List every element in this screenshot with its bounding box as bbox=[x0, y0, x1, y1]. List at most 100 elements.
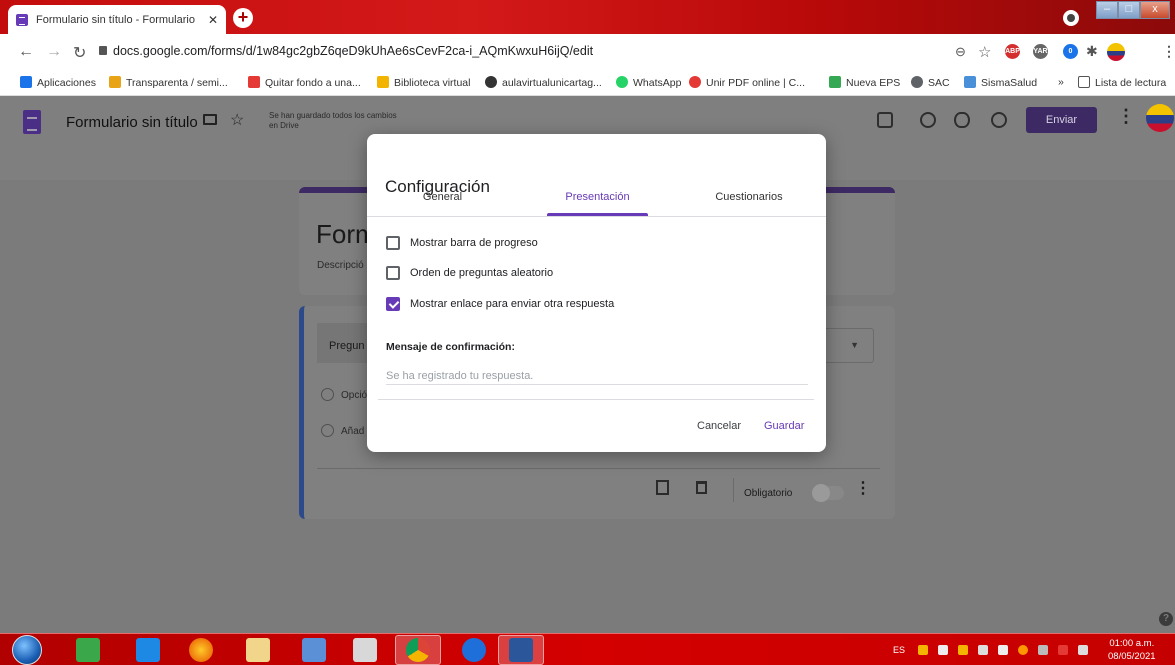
maximize-button[interactable]: □ bbox=[1118, 1, 1140, 19]
submit-another-checkbox[interactable] bbox=[386, 297, 400, 311]
volume-icon[interactable] bbox=[938, 645, 948, 655]
bookmark-item[interactable]: Aplicaciones bbox=[20, 76, 96, 89]
bookmark-item[interactable]: SismaSalud bbox=[964, 76, 1037, 89]
users-icon[interactable] bbox=[302, 638, 326, 662]
send-button[interactable]: Enviar bbox=[1026, 107, 1097, 133]
radio-circle-icon bbox=[321, 424, 334, 437]
tray-icon[interactable] bbox=[1058, 645, 1068, 655]
signal-icon[interactable] bbox=[998, 645, 1008, 655]
bookmark-icon bbox=[964, 76, 976, 88]
bookmark-item[interactable]: Unir PDF online | C... bbox=[689, 76, 805, 89]
lock-icon[interactable] bbox=[99, 46, 107, 55]
bookmark-item[interactable]: Transparenta / semi... bbox=[109, 76, 228, 89]
palette-icon[interactable] bbox=[920, 112, 936, 128]
dialog-divider bbox=[367, 216, 826, 217]
confirmation-label: Mensaje de confirmación: bbox=[386, 341, 515, 353]
bookmark-item[interactable]: SAC bbox=[911, 76, 950, 89]
profile-icon[interactable] bbox=[1063, 10, 1079, 26]
save-button[interactable]: Guardar bbox=[764, 420, 804, 432]
shuffle-questions-checkbox[interactable] bbox=[386, 266, 400, 280]
tray-icon[interactable] bbox=[918, 645, 928, 655]
bookmark-icon bbox=[109, 76, 121, 88]
close-window-button[interactable]: x bbox=[1140, 1, 1170, 19]
media-player-icon[interactable] bbox=[136, 638, 160, 662]
extension-badge-icon[interactable]: 0 bbox=[1063, 44, 1078, 59]
option-label: Orden de preguntas aleatorio bbox=[410, 267, 554, 279]
confirmation-message-input[interactable] bbox=[386, 367, 808, 385]
flag-icon[interactable] bbox=[1078, 645, 1088, 655]
tab-quizzes[interactable]: Cuestionarios bbox=[704, 191, 794, 203]
new-tab-button[interactable]: + bbox=[233, 8, 253, 28]
url-field[interactable]: docs.google.com/forms/d/1w84gc2gbZ6qeD9k… bbox=[113, 44, 593, 58]
star-icon[interactable]: ☆ bbox=[230, 110, 244, 130]
yar-extension-icon[interactable]: YAR bbox=[1033, 44, 1048, 59]
app-icon[interactable] bbox=[353, 638, 377, 662]
settings-gear-icon[interactable] bbox=[991, 112, 1007, 128]
taskbar: ES 01:00 a.m. 08/05/2021 bbox=[0, 633, 1175, 665]
bookmark-item[interactable]: Quitar fondo a una... bbox=[248, 76, 361, 89]
tray-icon[interactable] bbox=[1038, 645, 1048, 655]
reading-list-button[interactable]: Lista de lectura bbox=[1078, 76, 1166, 89]
bookmark-star-icon[interactable]: ☆ bbox=[978, 43, 991, 61]
language-indicator[interactable]: ES bbox=[893, 645, 905, 655]
tray-icon[interactable] bbox=[958, 645, 968, 655]
progress-bar-option[interactable]: Mostrar barra de progreso bbox=[386, 236, 538, 250]
submit-another-option[interactable]: Mostrar enlace para enviar otra respuest… bbox=[386, 297, 614, 311]
network-app-icon[interactable] bbox=[76, 638, 100, 662]
bookmark-item[interactable]: Nueva EPS bbox=[829, 76, 900, 89]
chrome-icon bbox=[406, 638, 430, 662]
bookmark-item[interactable]: Biblioteca virtual bbox=[377, 76, 470, 89]
word-icon bbox=[509, 638, 533, 662]
reload-icon[interactable]: ↻ bbox=[73, 43, 86, 63]
addons-icon[interactable] bbox=[877, 112, 893, 128]
firefox-icon[interactable] bbox=[189, 638, 213, 662]
tab-close-icon[interactable]: ✕ bbox=[208, 13, 218, 27]
clock[interactable]: 01:00 a.m. 08/05/2021 bbox=[1108, 637, 1156, 663]
bookmark-icon bbox=[689, 76, 701, 88]
extensions-puzzle-icon[interactable]: ✱ bbox=[1086, 43, 1098, 60]
required-label: Obligatorio bbox=[744, 488, 793, 499]
browser-tab[interactable]: Formulario sin título - Formulario ✕ bbox=[8, 5, 226, 34]
option-label: Mostrar barra de progreso bbox=[410, 237, 538, 249]
dialog-footer-divider bbox=[378, 399, 814, 400]
start-button[interactable] bbox=[12, 635, 42, 665]
zoom-icon[interactable]: ⊖ bbox=[955, 44, 966, 60]
tab-general[interactable]: General bbox=[405, 191, 480, 203]
folder-icon[interactable] bbox=[203, 114, 217, 125]
progress-bar-checkbox[interactable] bbox=[386, 236, 400, 250]
minimize-button[interactable]: – bbox=[1096, 1, 1118, 19]
bookmarks-overflow-button[interactable]: » bbox=[1058, 76, 1064, 88]
option-label: Mostrar enlace para enviar otra respuest… bbox=[410, 298, 615, 310]
more-options-icon[interactable]: ⋮ bbox=[1117, 106, 1135, 127]
radio-circle-icon bbox=[321, 388, 334, 401]
internet-explorer-icon[interactable] bbox=[462, 638, 486, 662]
tray-icon[interactable] bbox=[978, 645, 988, 655]
back-arrow-icon[interactable]: ← bbox=[18, 43, 34, 61]
apps-grid-icon bbox=[20, 76, 32, 88]
bookmark-item[interactable]: WhatsApp bbox=[616, 76, 681, 89]
save-status: Se han guardado todos los cambios en Dri… bbox=[269, 111, 397, 130]
vertical-divider bbox=[733, 478, 734, 502]
browser-menu-icon[interactable]: ⋮ bbox=[1162, 43, 1175, 60]
bookmarks-bar: Aplicaciones Transparenta / semi... Quit… bbox=[0, 70, 1175, 96]
forms-logo-icon[interactable] bbox=[23, 110, 41, 134]
form-title[interactable]: Formulario sin título bbox=[66, 114, 198, 131]
shuffle-questions-option[interactable]: Orden de preguntas aleatorio bbox=[386, 266, 553, 280]
form-description: Descripció bbox=[317, 260, 364, 271]
avatar[interactable] bbox=[1146, 104, 1174, 132]
adblock-extension-icon[interactable]: ABP bbox=[1005, 44, 1020, 59]
forward-arrow-icon[interactable]: → bbox=[46, 43, 62, 61]
tray-icon[interactable] bbox=[1018, 645, 1028, 655]
bookmark-item[interactable]: aulavirtualunicartag... bbox=[485, 76, 602, 89]
window-controls: – □ x bbox=[1096, 1, 1170, 21]
cancel-button[interactable]: Cancelar bbox=[697, 420, 741, 432]
profile-avatar-icon[interactable] bbox=[1107, 43, 1125, 61]
preview-eye-icon[interactable] bbox=[954, 112, 970, 128]
browser-titlebar: Formulario sin título - Formulario ✕ + –… bbox=[0, 0, 1175, 34]
file-explorer-icon[interactable] bbox=[246, 638, 270, 662]
bookmark-icon bbox=[829, 76, 841, 88]
whatsapp-icon bbox=[616, 76, 628, 88]
tab-presentation[interactable]: Presentación bbox=[547, 191, 648, 203]
help-icon: ? bbox=[1159, 612, 1173, 626]
forms-favicon-icon bbox=[16, 13, 28, 26]
